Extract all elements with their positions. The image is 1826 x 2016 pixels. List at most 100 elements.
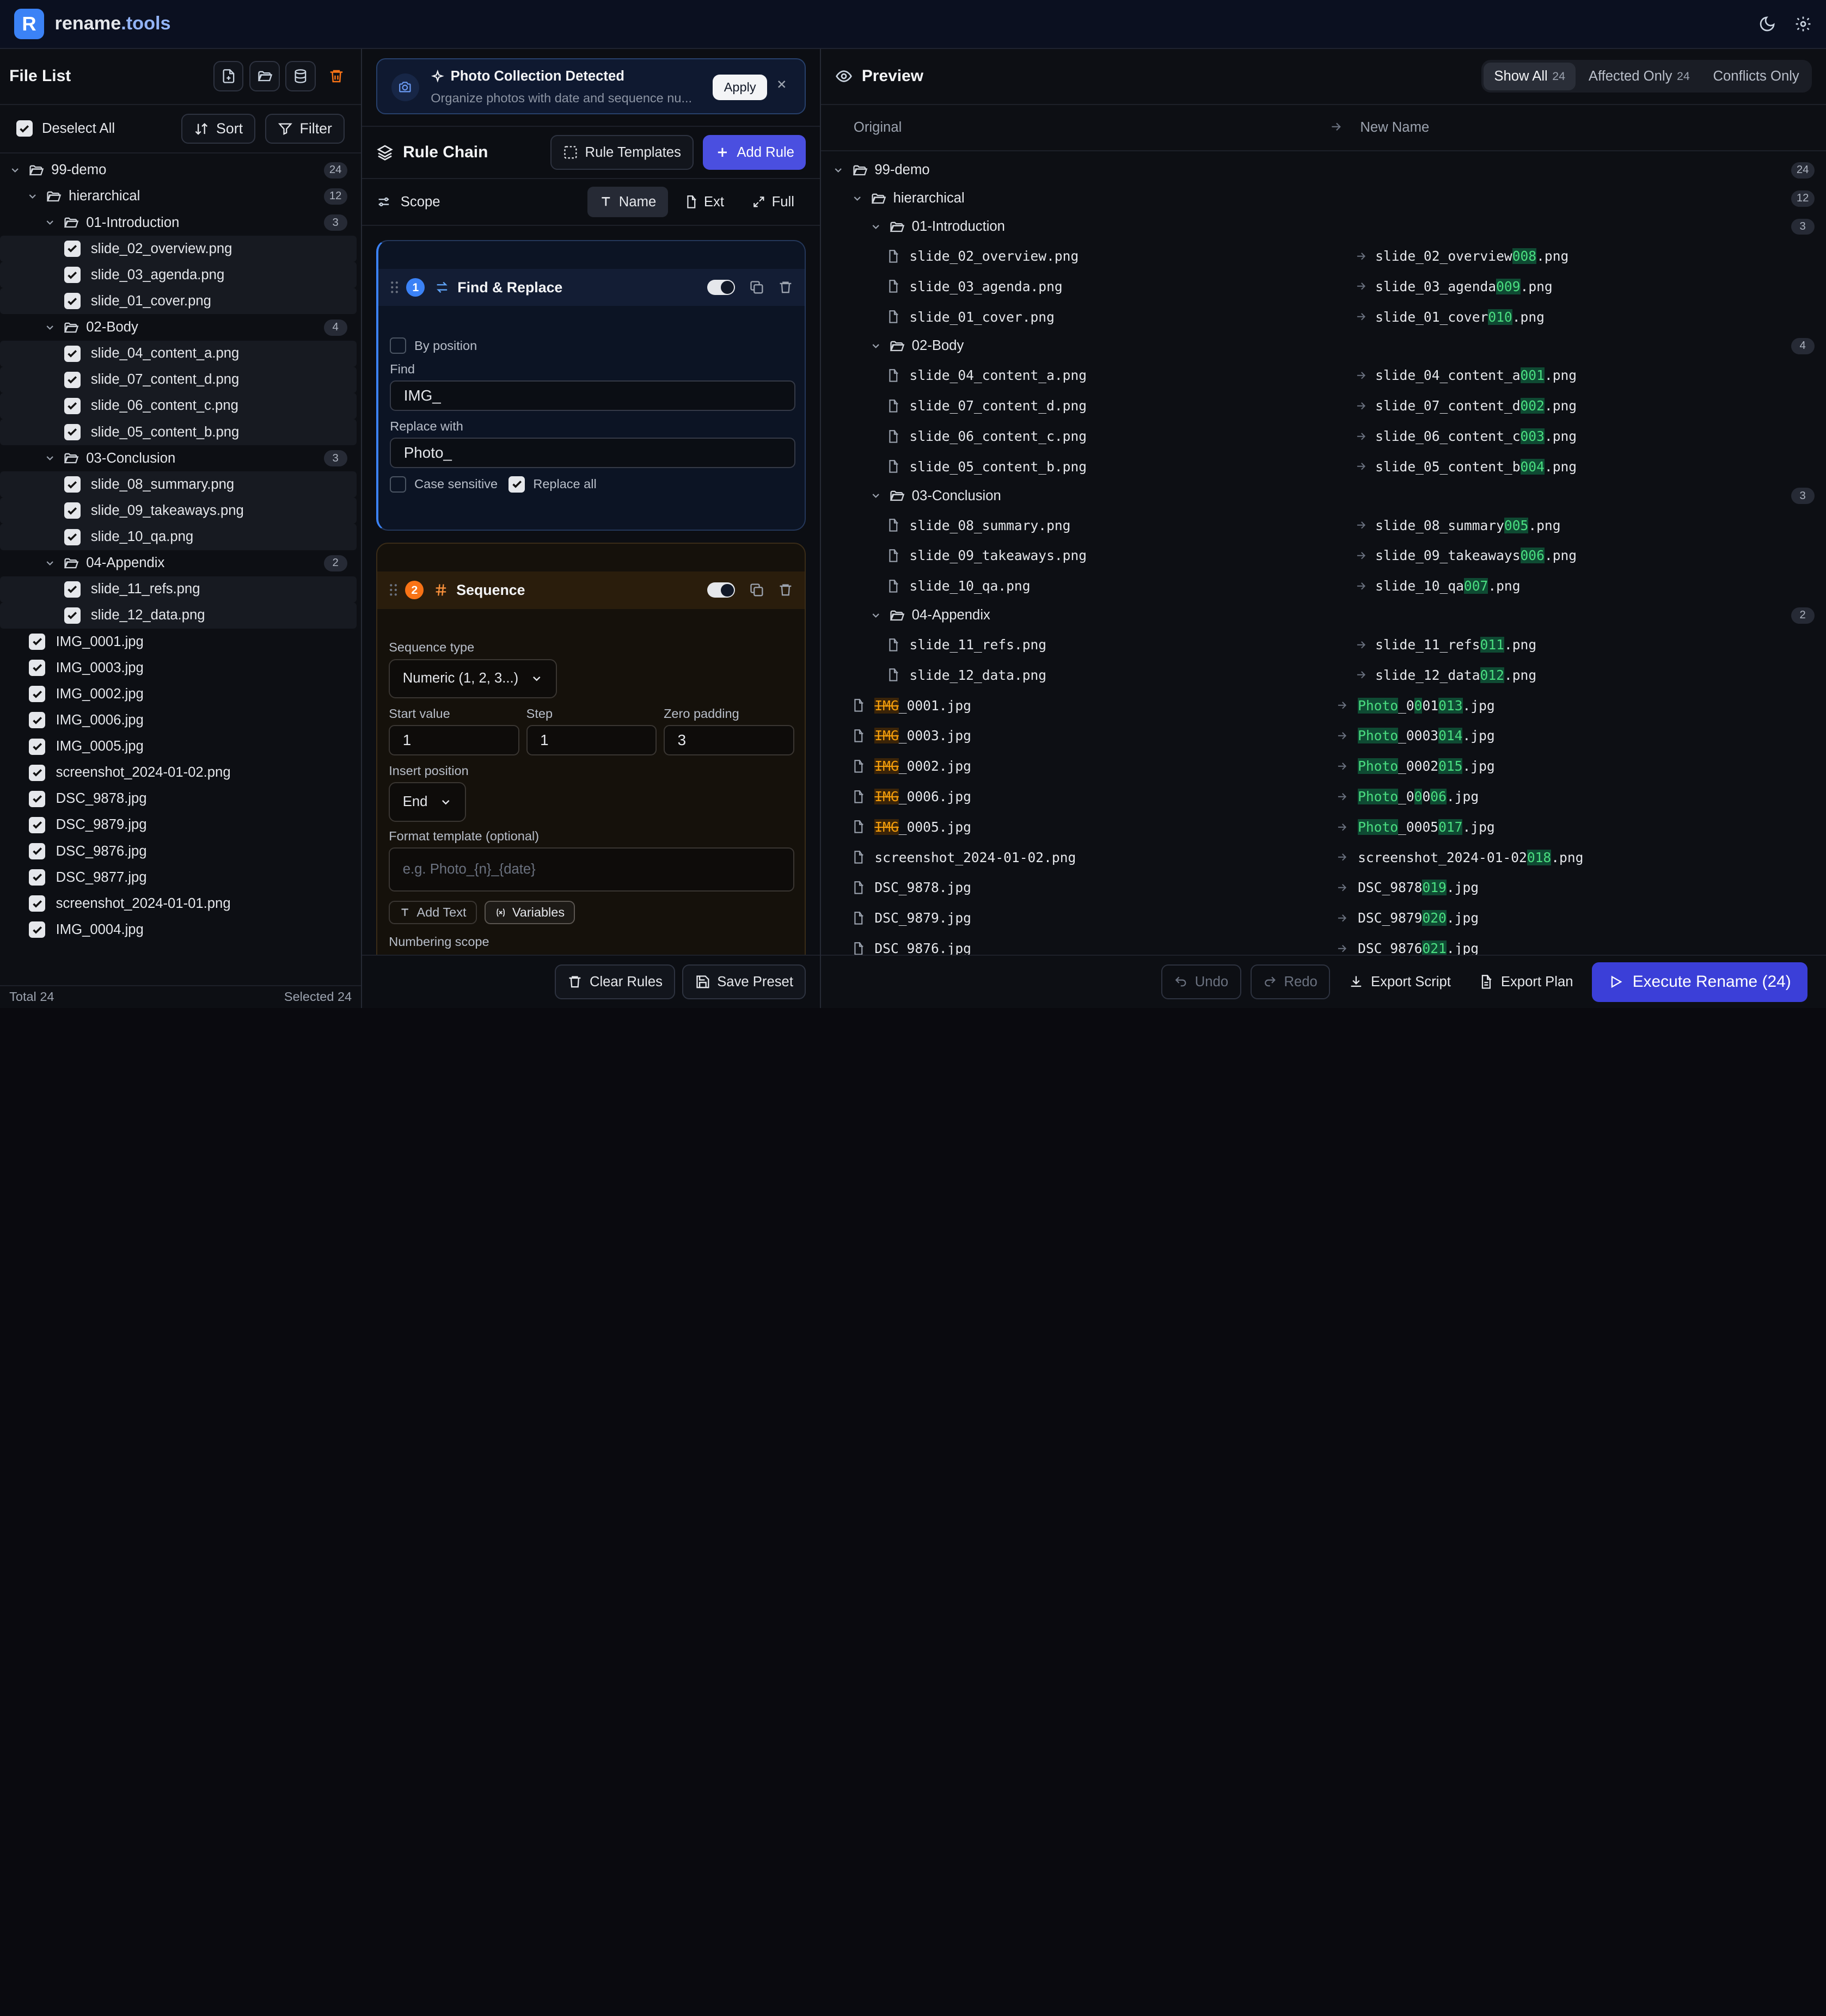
file-checkbox[interactable] [64, 345, 81, 362]
chevron-down-icon[interactable] [27, 190, 41, 202]
file-checkbox[interactable] [29, 712, 46, 729]
tree-folder-row[interactable]: 03-Conclusion 3 [0, 445, 361, 471]
file-checkbox[interactable] [29, 790, 46, 807]
delete-rule-icon[interactable] [778, 582, 793, 598]
replace-input[interactable]: Photo_ [390, 438, 795, 468]
banner-apply-button[interactable]: Apply [712, 74, 768, 100]
tree-file-row[interactable]: DSC_9878.jpg [0, 786, 361, 812]
find-input[interactable]: IMG_ [390, 380, 795, 411]
tree-file-row[interactable]: slide_05_content_b.png [0, 419, 357, 446]
save-preset-button[interactable]: Save Preset [682, 964, 806, 1000]
file-checkbox[interactable] [64, 424, 81, 441]
zero-padding-input[interactable]: 3 [664, 725, 794, 756]
tree-file-row[interactable]: IMG_0004.jpg [0, 917, 361, 943]
tree-file-row[interactable]: IMG_0001.jpg [0, 629, 361, 655]
tree-folder-row[interactable]: 99-demo 24 [0, 157, 361, 183]
file-checkbox[interactable] [64, 371, 81, 388]
banner-close-icon[interactable] [775, 78, 788, 91]
add-folder-button[interactable] [249, 61, 280, 91]
preview-file-row[interactable]: IMG_0003.jpg Photo_0003014.jpg [821, 721, 1826, 751]
by-position-option[interactable]: By position [390, 337, 477, 354]
drag-handle-icon[interactable] [389, 583, 398, 597]
tab-affected-only[interactable]: Affected Only 24 [1578, 63, 1700, 90]
file-checkbox[interactable] [64, 293, 81, 310]
tree-file-row[interactable]: DSC_9877.jpg [0, 864, 361, 890]
tree-file-row[interactable]: screenshot_2024-01-02.png [0, 760, 361, 786]
file-checkbox[interactable] [64, 528, 81, 545]
case-sensitive-option[interactable]: Case sensitive [390, 476, 498, 493]
add-text-button[interactable]: Add Text [389, 901, 477, 925]
app-logo[interactable]: R [14, 9, 45, 39]
tree-file-row[interactable]: DSC_9876.jpg [0, 838, 361, 864]
preview-file-row[interactable]: IMG_0006.jpg Photo_00006.jpg [821, 782, 1826, 812]
preview-file-row[interactable]: slide_03_agenda.png slide_03_agenda009.pn… [821, 271, 1826, 302]
tree-file-row[interactable]: slide_06_content_c.png [0, 392, 357, 419]
replace-all-checkbox[interactable] [508, 476, 525, 493]
preview-folder-row[interactable]: 01-Introduction 3 [821, 213, 1826, 241]
add-file-button[interactable] [213, 61, 244, 91]
delete-rule-icon[interactable] [778, 280, 793, 295]
file-checkbox[interactable] [29, 660, 46, 677]
export-plan-button[interactable]: Export Plan [1469, 964, 1582, 999]
by-position-checkbox[interactable] [390, 337, 407, 354]
tree-file-row[interactable]: slide_07_content_d.png [0, 366, 357, 393]
step-input[interactable]: 1 [526, 725, 657, 756]
chevron-down-icon[interactable] [870, 610, 884, 621]
tree-file-row[interactable]: slide_09_takeaways.png [0, 497, 357, 524]
preview-file-row[interactable]: DSC_9878.jpg DSC_9878019.jpg [821, 872, 1826, 903]
preview-file-row[interactable]: screenshot_2024-01-02.png screenshot_2024… [821, 842, 1826, 872]
preview-folder-row[interactable]: 03-Conclusion 3 [821, 482, 1826, 510]
file-checkbox[interactable] [29, 816, 46, 833]
preview-file-row[interactable]: slide_09_takeaways.png slide_09_takeaways… [821, 540, 1826, 571]
file-checkbox[interactable] [29, 843, 46, 860]
file-checkbox[interactable] [64, 581, 81, 598]
file-checkbox[interactable] [29, 764, 46, 781]
chevron-down-icon[interactable] [44, 217, 58, 228]
preview-file-row[interactable]: slide_12_data.png slide_12_data012.png [821, 660, 1826, 690]
preview-file-row[interactable]: IMG_0005.jpg Photo_0005017.jpg [821, 812, 1826, 842]
preview-file-row[interactable]: slide_06_content_c.png slide_06_content_c… [821, 421, 1826, 452]
deselect-all-checkbox[interactable] [16, 120, 33, 137]
file-checkbox[interactable] [64, 241, 81, 257]
chevron-down-icon[interactable] [9, 164, 23, 176]
preview-folder-row[interactable]: 02-Body 4 [821, 332, 1826, 360]
preview-file-row[interactable]: IMG_0002.jpg Photo_0002015.jpg [821, 751, 1826, 782]
tree-file-row[interactable]: slide_12_data.png [0, 602, 357, 629]
rule-enable-toggle[interactable] [707, 280, 735, 296]
preview-folder-row[interactable]: hierarchical 12 [821, 185, 1826, 213]
execute-rename-button[interactable]: Execute Rename (24) [1591, 962, 1807, 1002]
file-checkbox[interactable] [29, 869, 46, 886]
tree-folder-row[interactable]: 01-Introduction 3 [0, 210, 361, 236]
replace-all-option[interactable]: Replace all [508, 476, 597, 493]
export-script-button[interactable]: Export Script [1339, 964, 1460, 999]
scope-option-name[interactable]: Name [587, 187, 668, 217]
preview-file-row[interactable]: slide_01_cover.png slide_01_cover010.png [821, 302, 1826, 332]
start-value-input[interactable]: 1 [389, 725, 519, 756]
chevron-down-icon[interactable] [870, 340, 884, 352]
tree-file-row[interactable]: DSC_9879.jpg [0, 812, 361, 838]
chevron-down-icon[interactable] [44, 452, 58, 464]
chevron-down-icon[interactable] [44, 557, 58, 569]
preview-file-row[interactable]: slide_05_content_b.png slide_05_content_b… [821, 451, 1826, 482]
tab-show-all[interactable]: Show All 24 [1484, 62, 1576, 90]
file-checkbox[interactable] [64, 476, 81, 493]
file-checkbox[interactable] [64, 607, 81, 624]
case-sensitive-checkbox[interactable] [390, 476, 407, 493]
scope-option-ext[interactable]: Ext [672, 187, 736, 217]
preview-file-row[interactable]: IMG_0001.jpg Photo_0001013.jpg [821, 690, 1826, 721]
tree-folder-row[interactable]: 02-Body 4 [0, 314, 361, 340]
theme-toggle-moon-icon[interactable] [1758, 15, 1776, 33]
file-checkbox[interactable] [64, 397, 81, 414]
scope-option-full[interactable]: Full [740, 187, 806, 217]
tree-file-row[interactable]: slide_02_overview.png [0, 236, 357, 262]
tab-conflicts-only[interactable]: Conflicts Only [1702, 63, 1810, 90]
file-checkbox[interactable] [64, 502, 81, 519]
sequence-type-select[interactable]: Numeric (1, 2, 3...) [389, 659, 557, 699]
duplicate-icon[interactable] [749, 280, 764, 295]
chevron-down-icon[interactable] [44, 322, 58, 333]
format-template-input[interactable]: e.g. Photo_{n}_{date} [389, 847, 794, 892]
preview-file-row[interactable]: slide_04_content_a.png slide_04_content_a… [821, 360, 1826, 391]
redo-button[interactable]: Redo [1250, 964, 1331, 1000]
preview-file-row[interactable]: DSC_9879.jpg DSC_9879020.jpg [821, 903, 1826, 933]
file-checkbox[interactable] [64, 267, 81, 284]
